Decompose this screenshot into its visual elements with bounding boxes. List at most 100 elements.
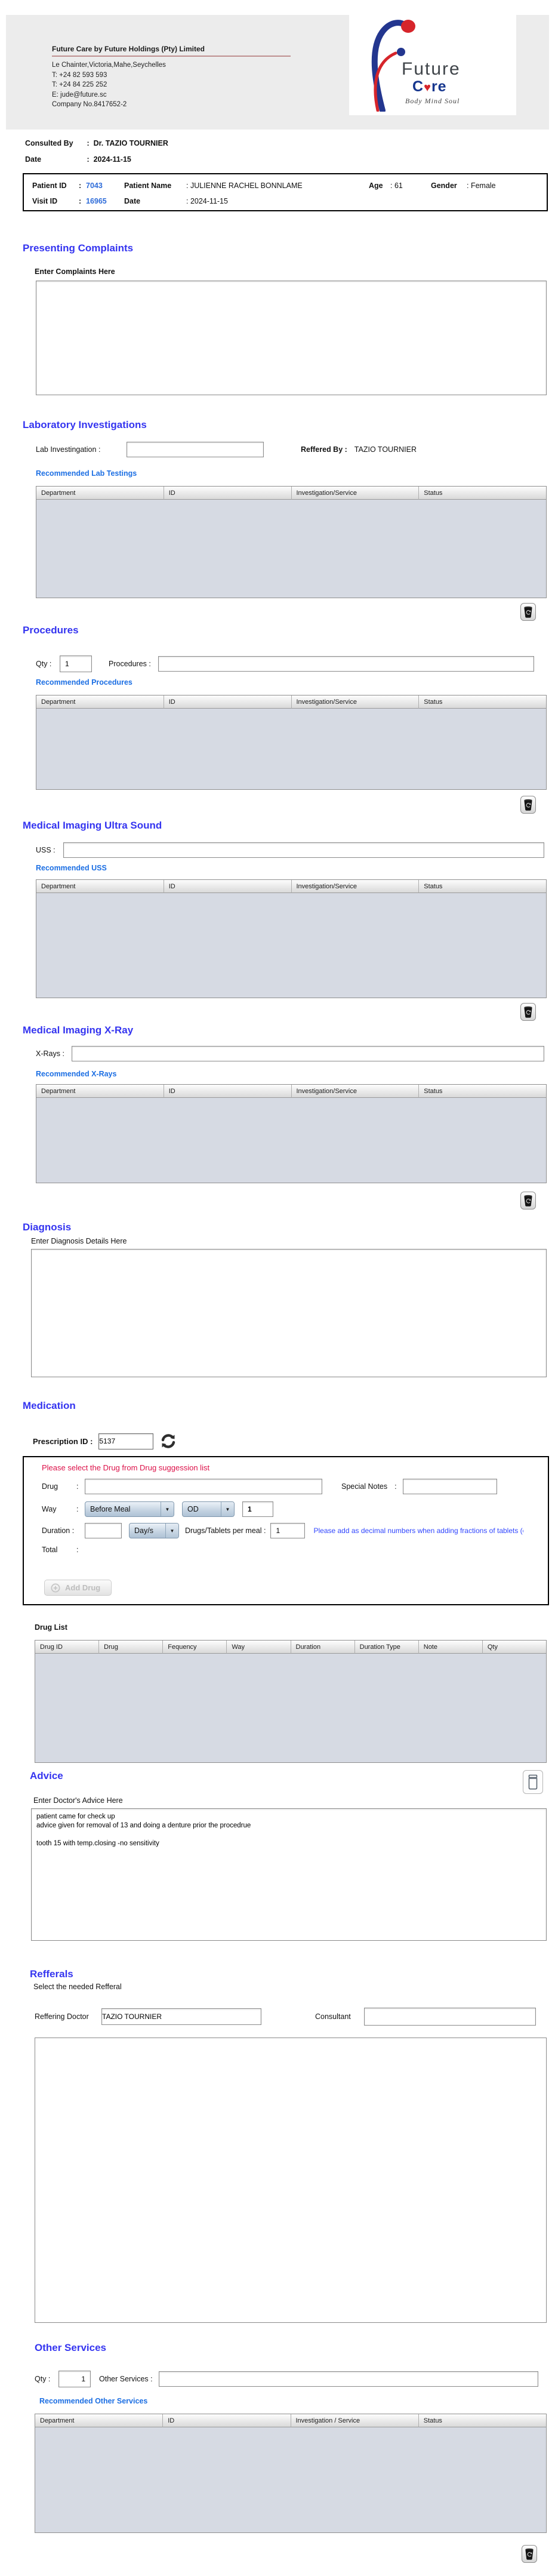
section-title-lab: Laboratory Investigations — [23, 419, 147, 430]
patient-id-value: 7043 — [86, 181, 103, 190]
other-qty-input[interactable] — [58, 2371, 91, 2387]
uss-col-department: Department — [36, 880, 164, 893]
meal-time-select[interactable]: Before Meal ▼ — [85, 1501, 174, 1517]
company-name: Future Care by Future Holdings (Pty) Lim… — [52, 45, 291, 57]
duration-input[interactable] — [85, 1523, 122, 1538]
procedures-col-service: Investigation/Service — [291, 695, 420, 709]
uss-table-body — [36, 893, 546, 998]
drug-col-duration-type: Duration Type — [354, 1641, 419, 1654]
patient-id-label: Patient ID — [32, 181, 67, 190]
uss-field-label: USS : — [36, 846, 56, 854]
other-qty-label: Qty : — [35, 2375, 51, 2383]
lab-delete-button[interactable] — [520, 603, 536, 621]
other-col-id: ID — [163, 2414, 291, 2427]
prescription-id-label: Prescription ID : — [33, 1436, 93, 1446]
other-services-input[interactable] — [158, 2371, 538, 2387]
add-drug-button[interactable]: Add Drug — [44, 1580, 112, 1596]
trash-icon — [524, 1195, 532, 1207]
referral-list-box[interactable] — [35, 2038, 547, 2323]
trash-icon — [524, 799, 532, 811]
visit-id-label: Visit ID — [32, 197, 58, 205]
consulted-by-sep: : — [87, 139, 90, 147]
procedures-input[interactable] — [158, 656, 534, 672]
chevron-down-icon: ▼ — [165, 1524, 178, 1538]
other-field-label: Other Services : — [99, 2375, 153, 2383]
procedures-qty-input[interactable] — [60, 655, 92, 672]
lab-table: Department ID Investigation/Service Stat… — [36, 486, 547, 598]
consultant-input[interactable] — [363, 2008, 536, 2026]
drug-input[interactable] — [85, 1479, 322, 1494]
special-notes-input[interactable] — [403, 1479, 498, 1494]
complaints-textarea[interactable] — [36, 281, 547, 395]
prescription-id-input[interactable] — [98, 1433, 154, 1449]
referred-by-label: Reffered By : — [301, 445, 347, 454]
per-meal-input[interactable] — [270, 1523, 306, 1538]
xray-field-label: X-Rays : — [36, 1050, 64, 1058]
procedures-table-body — [36, 709, 546, 789]
uss-delete-button[interactable] — [520, 1003, 536, 1021]
section-title-other-services: Other Services — [35, 2342, 107, 2353]
plus-circle-icon — [51, 1583, 60, 1592]
xray-col-status: Status — [419, 1085, 546, 1098]
referring-doctor-label: Reffering Doctor — [35, 2012, 89, 2021]
special-notes-label: Special Notes — [341, 1482, 388, 1491]
company-phone-1: T: +24 82 593 593 — [52, 71, 107, 79]
advice-input-label: Enter Doctor's Advice Here — [33, 1796, 123, 1805]
recommended-lab-link[interactable]: Recommended Lab Testings — [36, 469, 555, 478]
xray-delete-button[interactable] — [520, 1192, 536, 1209]
company-logo: Future C♥re Body Mind Soul — [349, 13, 516, 115]
company-address: Le Chainter,Victoria,Mahe,Seychelles — [52, 61, 166, 69]
section-title-xray: Medical Imaging X-Ray — [23, 1024, 134, 1036]
duration-unit-select[interactable]: Day/s ▼ — [129, 1523, 179, 1538]
procedures-qty-label: Qty : — [36, 660, 52, 668]
frequency-select[interactable]: OD ▼ — [182, 1501, 235, 1517]
xray-table: Department ID Investigation/Service Stat… — [36, 1084, 547, 1183]
referred-by-value: TAZIO TOURNIER — [354, 445, 417, 454]
drug-col-qty: Qty — [482, 1641, 546, 1654]
consulted-by-row: Consulted By : Dr. TAZIO TOURNIER — [25, 139, 555, 147]
advice-textarea[interactable]: patient came for check up advice given f… — [31, 1808, 547, 1941]
recommended-procedures-link[interactable]: Recommended Procedures — [36, 678, 555, 687]
consult-date-sep: : — [87, 155, 90, 164]
other-delete-button[interactable] — [522, 2545, 537, 2563]
logo-wordmark-care: C♥re — [412, 78, 447, 95]
trash-icon — [524, 1006, 532, 1018]
consult-date-label: Date — [25, 155, 42, 164]
procedures-delete-button[interactable] — [520, 796, 536, 814]
section-title-complaints: Presenting Complaints — [23, 242, 134, 254]
recommended-xray-link[interactable]: Recommended X-Rays — [36, 1070, 555, 1078]
section-title-uss: Medical Imaging Ultra Sound — [23, 820, 162, 831]
patient-gender-label: Gender — [431, 181, 457, 190]
section-title-advice: Advice — [30, 1770, 63, 1781]
letterhead: Future Care by Future Holdings (Pty) Lim… — [6, 13, 549, 130]
consulted-by-value: Dr. TAZIO TOURNIER — [93, 139, 168, 147]
dose-input[interactable] — [242, 1501, 273, 1517]
advice-delete-button[interactable] — [523, 1770, 543, 1794]
procedures-table: Department ID Investigation/Service Stat… — [36, 695, 547, 790]
xray-input[interactable] — [72, 1046, 544, 1061]
refresh-prescription-button[interactable] — [159, 1432, 177, 1450]
trash-icon — [524, 606, 532, 618]
diagnosis-textarea[interactable] — [31, 1249, 547, 1377]
xray-table-body — [36, 1098, 546, 1183]
referrals-sub-label: Select the needed Refferal — [33, 1983, 122, 1991]
lab-investigation-input[interactable] — [127, 442, 264, 457]
drug-table-body — [35, 1654, 546, 1762]
lab-col-department: Department — [36, 487, 164, 500]
procedures-col-id: ID — [164, 695, 292, 709]
section-title-diagnosis: Diagnosis — [23, 1221, 72, 1233]
uss-input[interactable] — [63, 842, 544, 858]
procedures-field-label: Procedures : — [109, 660, 151, 668]
consultant-label: Consultant — [315, 2012, 351, 2021]
recommended-other-link[interactable]: Recommended Other Services — [39, 2397, 555, 2405]
patient-info-box: Patient ID : 7043 Patient Name : JULIENN… — [23, 173, 548, 211]
drug-col-note: Note — [418, 1641, 483, 1654]
xray-col-id: ID — [164, 1085, 292, 1098]
referring-doctor-input[interactable] — [101, 2008, 261, 2025]
drug-suggestion-warning: Please select the Drug from Drug suggess… — [42, 1463, 210, 1472]
drug-list-label: Drug List — [35, 1623, 67, 1632]
recommended-uss-link[interactable]: Recommended USS — [36, 864, 555, 872]
section-title-medication: Medication — [23, 1400, 76, 1411]
drug-col-way: Way — [227, 1641, 291, 1654]
diagnosis-input-label: Enter Diagnosis Details Here — [31, 1237, 127, 1245]
